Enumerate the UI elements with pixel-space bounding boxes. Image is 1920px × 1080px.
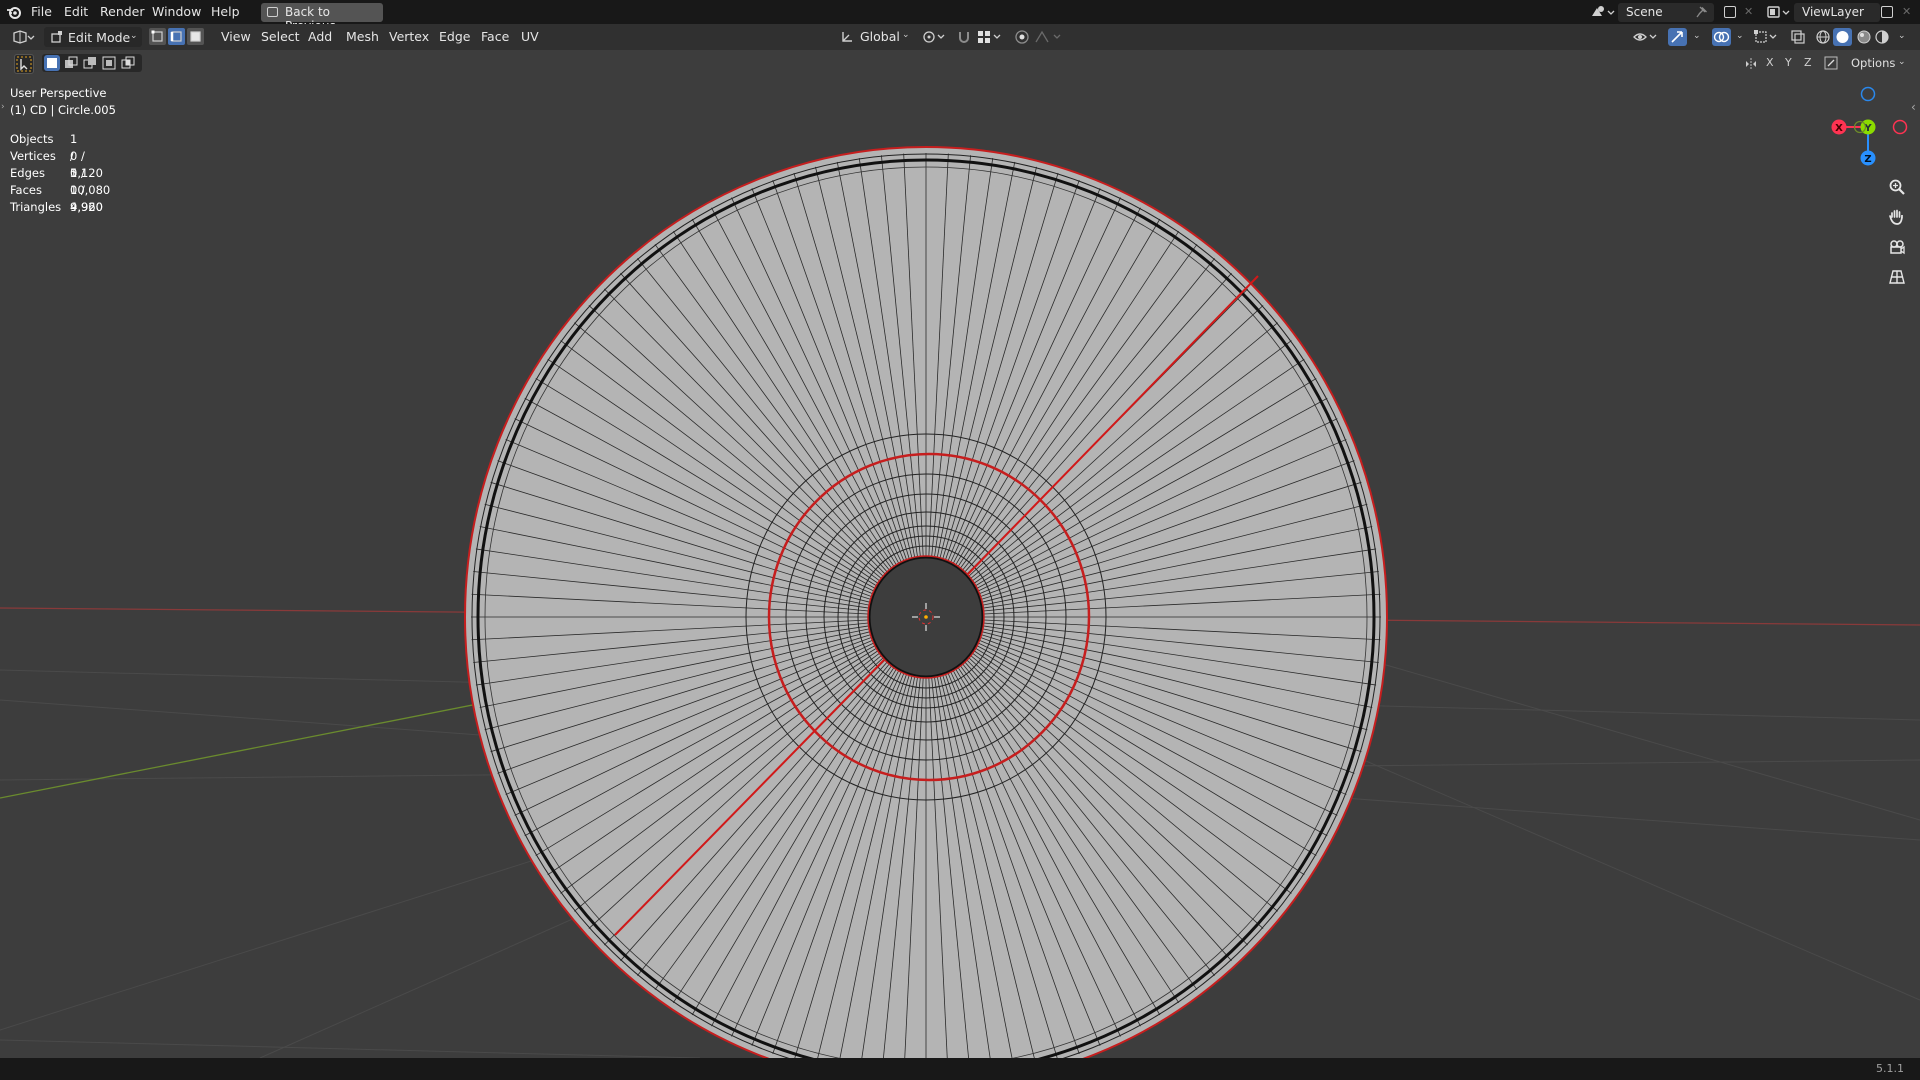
menu-edge[interactable]: Edge [439,29,470,44]
face-select-button[interactable] [187,28,204,45]
screen-back-icon [267,7,278,17]
editor-type-icon[interactable] [12,29,36,48]
snap-toggle-icon[interactable] [956,29,972,48]
chevron-down-icon: ⌄ [130,31,138,41]
zoom-button[interactable] [1883,173,1911,201]
menu-add[interactable]: Add [308,29,332,44]
chevron-down-icon[interactable]: ⌄ [1898,31,1906,41]
top-menu-bar: File Edit Render Window Help Back to Pre… [0,0,1920,33]
scene-icon[interactable] [1590,4,1616,23]
mesh-edit-overlay-icon[interactable] [1753,29,1781,48]
camera-view-button[interactable] [1883,233,1911,261]
back-to-previous-button[interactable]: Back to Previous [261,3,383,33]
magnifier-icon [1889,179,1905,195]
new-scene-icon[interactable] [1724,6,1736,18]
grid-perspective-icon [1889,270,1905,284]
chevron-down-icon[interactable]: ⌄ [1898,57,1906,67]
cd-mesh [464,146,1388,1058]
view-layer-name: ViewLayer [1802,5,1864,19]
stat-label: Vertices [10,149,56,163]
stat-label: Edges [10,166,45,180]
perspective-toggle-button[interactable] [1883,263,1911,291]
menu-edit[interactable]: Edit [64,4,88,19]
selectability-icon[interactable] [1632,29,1660,48]
close-view-layer-icon[interactable]: ✕ [1902,5,1911,18]
xray-toggle-icon[interactable] [1790,29,1806,48]
solid-shading-button[interactable] [1833,28,1852,46]
mirror-z-toggle[interactable]: Z [1804,56,1812,69]
viewport-header: Edit Mode ⌄ View Select Add Mesh Vertex … [0,24,1920,50]
stat-label: Triangles [10,200,62,214]
rendered-shading-icon[interactable] [1874,29,1890,48]
version-label: 5.1.1 [1876,1062,1904,1075]
menu-view[interactable]: View [221,29,251,44]
auto-merge-icon[interactable] [1823,55,1839,74]
pin-icon[interactable] [1696,6,1708,21]
gizmo-x-label: X [1835,123,1843,134]
menu-select[interactable]: Select [261,29,300,44]
hand-icon [1889,209,1903,225]
chevron-down-icon: ⌄ [902,30,910,40]
perspective-label: User Perspective [10,86,107,100]
wireframe-shading-icon[interactable] [1815,29,1831,48]
view-layer-icon[interactable] [1766,4,1792,23]
stat-label: Objects [10,132,54,146]
mirror-y-toggle[interactable]: Y [1785,56,1792,69]
orientation-dropdown[interactable]: Global ⌄ [838,27,914,47]
pivot-point-icon[interactable] [922,29,950,48]
viewport-scene[interactable] [0,50,1920,1058]
blender-logo-icon[interactable] [6,4,22,23]
orientation-label: Global [860,29,900,44]
status-bar: 5.1.1 [0,1058,1920,1080]
menu-window[interactable]: Window [152,4,201,19]
material-preview-icon[interactable] [1856,29,1872,48]
mode-label: Edit Mode [68,30,131,45]
chevron-down-icon[interactable]: ⌄ [1736,31,1744,41]
scene-field[interactable]: Scene [1618,3,1714,22]
navigation-gizmo[interactable]: X Y Z [1822,82,1912,172]
3d-viewport[interactable] [0,50,1920,1058]
proportional-editing-icon[interactable] [1014,29,1030,48]
scene-name: Scene [1626,5,1663,19]
active-object-label: (1) CD | Circle.005 [10,103,116,117]
gizmo-z-label: Z [1864,154,1871,165]
mirror-options-icon[interactable] [1743,56,1759,75]
options-dropdown[interactable]: Options [1851,56,1895,70]
menu-face[interactable]: Face [481,29,509,44]
expand-arrow-icon[interactable]: › [1,102,5,112]
orientation-axes-icon [840,30,854,47]
menu-vertex[interactable]: Vertex [389,29,429,44]
new-view-layer-icon[interactable] [1881,6,1893,18]
snap-target-icon[interactable] [976,29,1004,48]
menu-mesh[interactable]: Mesh [346,29,379,44]
falloff-curve-icon[interactable] [1034,29,1064,48]
overlays-toggle-button[interactable] [1712,28,1731,46]
stat-value: 9,920 [70,200,103,214]
edit-mode-icon [50,30,64,47]
viewport-info: User Perspective (1) CD | Circle.005 [10,86,116,120]
chevron-down-icon[interactable]: ⌄ [1693,31,1701,41]
menu-help[interactable]: Help [211,4,240,19]
edge-select-button[interactable] [168,28,185,45]
menu-uv[interactable]: UV [521,29,539,44]
mirror-x-toggle[interactable]: X [1766,56,1774,69]
mode-dropdown[interactable]: Edit Mode ⌄ [44,27,142,47]
view-layer-field[interactable]: ViewLayer [1794,3,1880,22]
stat-label: Faces [10,183,42,197]
pan-button[interactable] [1883,203,1911,231]
camera-icon [1890,240,1905,255]
menu-file[interactable]: File [31,4,52,19]
close-scene-icon[interactable]: ✕ [1744,5,1753,18]
gizmo-toggle-button[interactable] [1668,28,1687,46]
menu-render[interactable]: Render [100,4,145,19]
vertex-select-button[interactable] [149,28,166,45]
